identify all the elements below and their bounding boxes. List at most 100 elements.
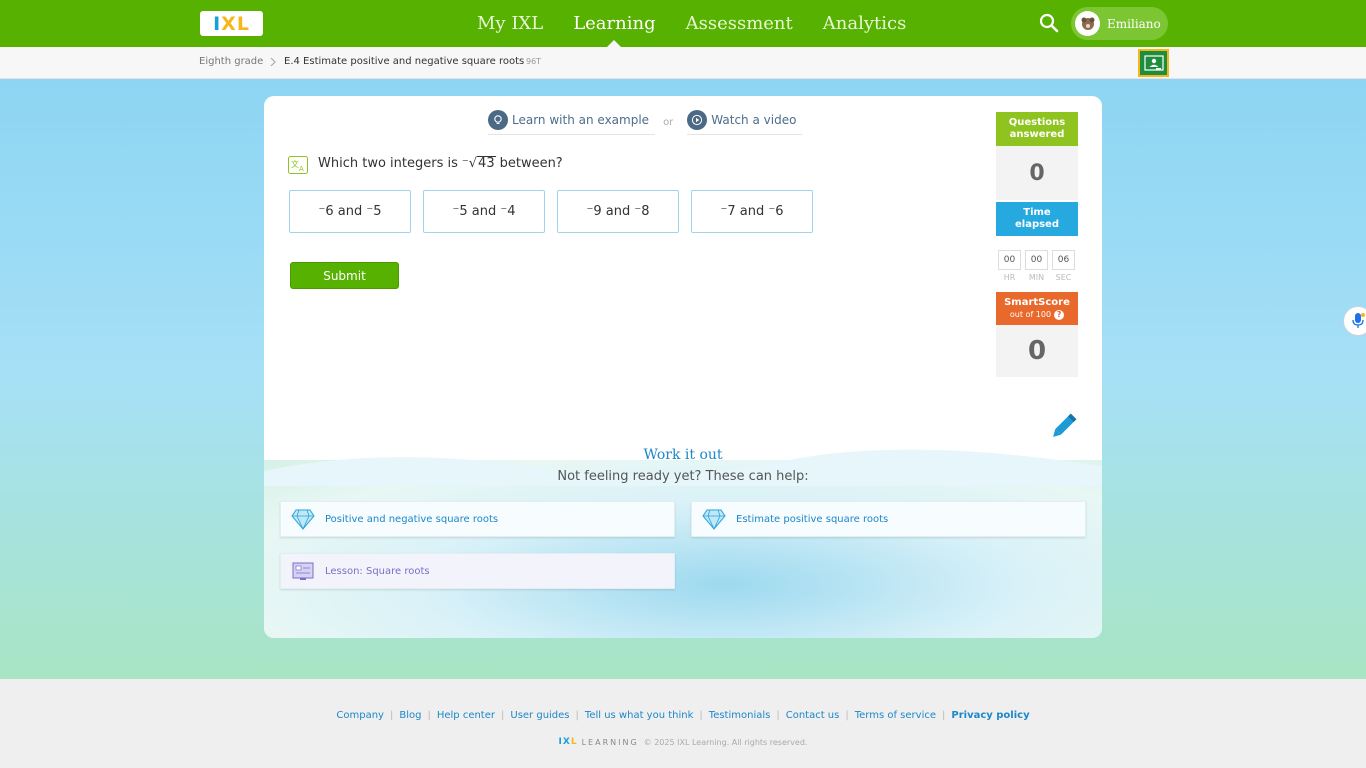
watch-video-label: Watch a video [711,113,797,127]
footer-logo-part-a: IX [558,737,571,747]
recommendation-estimate-positive-square-roots[interactable]: Estimate positive square roots [691,501,1086,537]
timer-minutes-unit: MIN [1028,273,1045,282]
question-prompt: Which two integers is ⁻ √ 43 between? [318,156,563,171]
footer-links: Company | Blog | Help center | User guides |… [0,710,1366,721]
svg-text:A: A [299,165,304,173]
footer: Company | Blog | Help center | User guides |… [0,679,1366,768]
timer-hours-unit: HR [1003,273,1016,282]
chevron-right-icon [270,57,276,67]
footer-link-testimonials[interactable]: Testimonials [709,710,771,721]
footer-learning-wordmark: LEARNING [581,737,639,747]
footer-link-contact-us[interactable]: Contact us [786,710,840,721]
footer-link-privacy[interactable]: Privacy policy [951,710,1029,721]
footer-separator: | [845,710,849,721]
top-navigation-bar: IXL My IXL Learning Assessment Analytics… [0,0,1366,47]
footer-separator: | [501,710,505,721]
play-icon [687,110,708,130]
questions-label-line1: Questions [1008,117,1066,128]
diamond-icon [702,509,726,530]
time-elapsed-header: Time elapsed [996,202,1078,236]
diamond-icon [291,509,315,530]
footer-link-feedback[interactable]: Tell us what you think [585,710,694,721]
timer-seconds-value: 06 [1052,250,1075,270]
breadcrumb-grade[interactable]: Eighth grade [199,56,263,67]
questions-answered-value: 0 [996,146,1078,200]
timer-seconds-unit: SEC [1055,273,1072,282]
answer-choice[interactable]: ⁻9 and ⁻8 [557,190,679,233]
nav-analytics[interactable]: Analytics [808,0,922,47]
practice-card: Learn with an example or Watch a video 文… [264,96,1102,638]
microphone-icon [1352,313,1365,328]
timer-seconds: 06 SEC [1052,250,1075,282]
smartscore-subtitle: out of 100 ? [1010,309,1065,321]
timer-minutes-value: 00 [1025,250,1048,270]
footer-copyright-row: IXL LEARNING © 2025 IXL Learning. All ri… [0,737,1366,747]
footer-link-blog[interactable]: Blog [399,710,421,721]
lesson-icon [292,562,314,580]
avatar [1075,11,1100,36]
footer-separator: | [427,710,431,721]
nav-assessment[interactable]: Assessment [671,0,808,47]
negative-sign: ⁻ [461,156,469,171]
smartscore-header: SmartScore out of 100 ? [996,292,1078,325]
radical-sign-icon: √ [468,156,478,171]
answer-choice[interactable]: ⁻6 and ⁻5 [289,190,411,233]
nav-learning[interactable]: Learning [558,0,670,47]
learn-with-example-link[interactable]: Learn with an example [488,110,656,135]
user-menu-button[interactable]: Emiliano [1071,7,1168,40]
answer-choice[interactable]: ⁻7 and ⁻6 [691,190,813,233]
smartscore-label: SmartScore [1004,296,1070,308]
negative-square-root: ⁻ √ 43 [462,156,496,171]
lightbulb-icon [488,110,508,130]
recommendation-positive-negative-square-roots[interactable]: Positive and negative square roots [280,501,675,537]
footer-separator: | [389,710,394,721]
learn-with-example-label: Learn with an example [512,113,650,127]
radicand: 43 [477,156,496,171]
work-it-out-subtitle: Not feeling ready yet? These can help: [557,469,809,484]
time-label-line1: Time [1023,207,1051,218]
dog-avatar-icon [1081,17,1094,30]
questions-label-line2: answered [1009,129,1065,140]
recommendation-label: Positive and negative square roots [325,513,499,525]
footer-separator: | [699,710,703,721]
timer-hours: 00 HR [998,250,1021,282]
question-text-after: between? [499,156,563,171]
translate-icon[interactable]: 文A [288,156,308,174]
watch-video-link[interactable]: Watch a video [687,110,803,135]
questions-answered-header: Questions answered [996,112,1078,146]
ixl-logo[interactable]: IXL [200,11,263,36]
main-nav: My IXL Learning Assessment Analytics [462,0,921,47]
recommendation-label: Estimate positive square roots [736,513,889,525]
work-it-out-title: Work it out [643,447,723,463]
logo-letter-i: I [213,12,222,35]
logo-letter-l: L [236,12,250,35]
submit-button[interactable]: Submit [290,262,399,289]
footer-separator: | [942,710,946,721]
answer-choices: ⁻6 and ⁻5 ⁻5 and ⁻4 ⁻9 and ⁻8 ⁻7 and ⁻6 [289,190,825,233]
footer-logo[interactable]: IXL [559,737,578,747]
footer-link-help-center[interactable]: Help center [437,710,495,721]
classroom-icon [1143,55,1164,71]
footer-link-user-guides[interactable]: User guides [510,710,569,721]
recommendation-lesson-square-roots[interactable]: Lesson: Square roots [280,553,675,589]
help-links: Learn with an example or Watch a video [488,110,803,135]
logo-letter-x: X [221,12,237,35]
timer-hours-value: 00 [998,250,1021,270]
svg-text:文: 文 [291,159,299,169]
voice-assistant-button[interactable] [1343,306,1366,336]
or-separator: or [663,117,674,128]
smartscore-help-icon[interactable]: ? [1054,309,1065,320]
nav-my-ixl[interactable]: My IXL [462,0,558,47]
timer: 00 HR 00 MIN 06 SEC [998,250,1079,282]
answer-choice[interactable]: ⁻5 and ⁻4 [423,190,545,233]
recommendation-label: Lesson: Square roots [325,565,430,577]
google-classroom-share-button[interactable] [1138,49,1169,77]
question-text-before: Which two integers is [318,156,458,171]
search-icon[interactable] [1037,11,1061,35]
footer-link-terms[interactable]: Terms of service [855,710,936,721]
pencil-icon[interactable] [1046,410,1080,444]
footer-logo-part-b: L [570,737,578,747]
footer-separator: | [776,710,780,721]
skill-code: 96T [526,57,542,66]
footer-link-company[interactable]: Company [336,710,384,721]
